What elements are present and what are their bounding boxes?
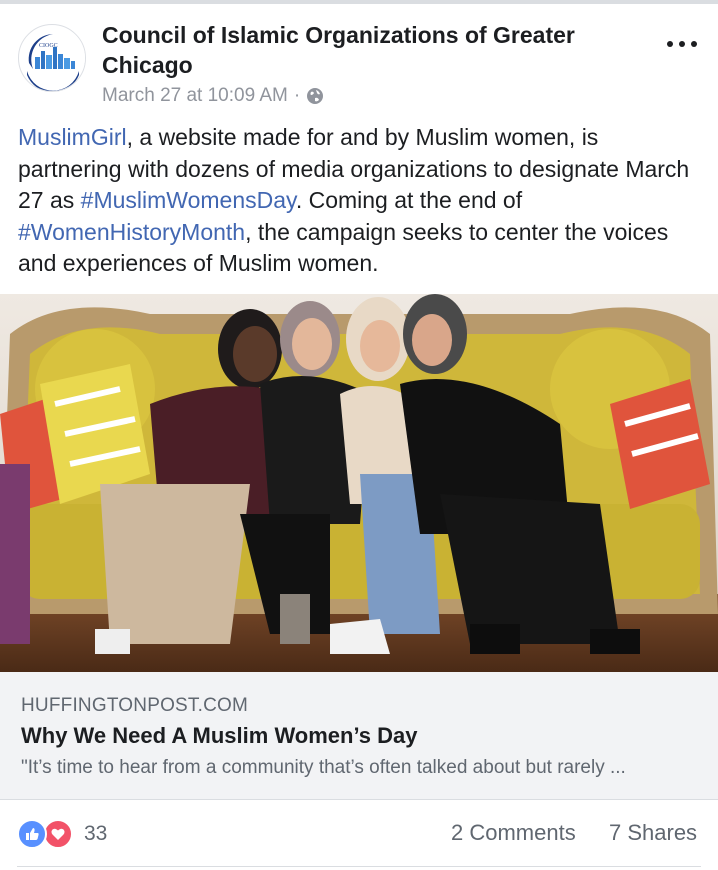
preview-description: "It’s time to hear from a community that… [21,757,626,778]
reaction-icons[interactable] [17,819,75,849]
post-header: CIOGC Council of Islamic Organizations o… [0,4,718,116]
muslimgirl-link[interactable]: MuslimGirl [18,124,127,150]
bottom-divider [17,866,701,867]
post-text-part: . Coming at the end of [295,187,523,213]
engagement-bar: 33 2 Comments 7 Shares [0,800,718,866]
meta-separator: · [293,85,301,106]
page-name-link[interactable]: Council of Islamic Organizations of Grea… [102,20,622,80]
shares-count-link[interactable]: 7 Shares [609,819,697,847]
preview-title[interactable]: Why We Need A Muslim Women’s Day [21,722,417,750]
comments-count-link[interactable]: 2 Comments [451,819,576,847]
post-message: MuslimGirl, a website made for and by Mu… [18,122,708,280]
link-preview-image[interactable] [0,294,718,672]
post-meta: March 27 at 10:09 AM · [102,84,324,108]
love-icon [43,819,73,849]
reaction-count[interactable]: 33 [84,821,107,847]
page-avatar[interactable]: CIOGC [18,24,86,92]
link-preview-card[interactable]: HUFFINGTONPOST.COM Why We Need A Muslim … [0,672,718,800]
like-icon [17,819,47,849]
more-dot [679,41,685,47]
globe-icon [306,87,324,105]
hashtag-muslimwomensday[interactable]: #MuslimWomensDay [81,187,296,213]
more-dot [667,41,673,47]
avatar-text: CIOGC [39,43,58,49]
more-dot [691,41,697,47]
post-timestamp[interactable]: March 27 at 10:09 AM [102,84,288,108]
preview-domain: HUFFINGTONPOST.COM [21,695,249,716]
hashtag-womenhistorymonth[interactable]: #WomenHistoryMonth [18,219,245,245]
more-options-icon[interactable] [664,32,700,56]
